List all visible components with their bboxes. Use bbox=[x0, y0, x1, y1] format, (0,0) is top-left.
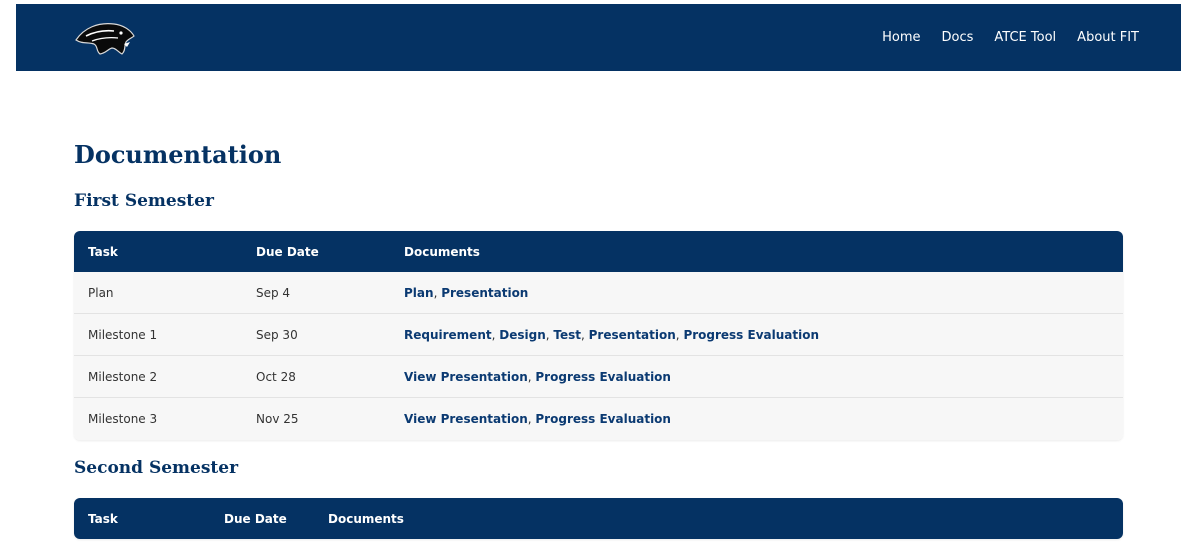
doc-link-progress-evaluation[interactable]: Progress Evaluation bbox=[535, 412, 671, 426]
nav-about-fit-link[interactable]: About FIT bbox=[1077, 30, 1139, 45]
task-cell: Milestone 2 bbox=[88, 369, 158, 384]
nav-home-link[interactable]: Home bbox=[882, 30, 920, 45]
table-row: Milestone 2 Oct 28 View Presentation, Pr… bbox=[74, 356, 1123, 398]
header-due-date: Due Date bbox=[256, 244, 319, 259]
nav-atce-tool-link[interactable]: ATCE Tool bbox=[994, 30, 1056, 45]
table-header: Task Due Date Documents bbox=[74, 498, 1123, 539]
header-due-date: Due Date bbox=[224, 511, 287, 526]
due-date-cell: Sep 30 bbox=[256, 327, 298, 342]
top-navbar: Home Docs ATCE Tool About FIT bbox=[16, 4, 1181, 71]
doc-link-requirement[interactable]: Requirement bbox=[404, 328, 492, 342]
nav-links: Home Docs ATCE Tool About FIT bbox=[861, 30, 1139, 45]
panther-logo-icon[interactable] bbox=[74, 16, 138, 60]
doc-link-progress-evaluation[interactable]: Progress Evaluation bbox=[535, 370, 671, 384]
second-semester-title: Second Semester bbox=[74, 458, 239, 478]
header-task: Task bbox=[88, 511, 118, 526]
doc-link-presentation[interactable]: Presentation bbox=[589, 328, 676, 342]
doc-link-test[interactable]: Test bbox=[553, 328, 581, 342]
table-header: Task Due Date Documents bbox=[74, 231, 1123, 272]
doc-link-view-presentation[interactable]: View Presentation bbox=[404, 370, 528, 384]
doc-link-presentation[interactable]: Presentation bbox=[441, 286, 528, 300]
header-task: Task bbox=[88, 244, 118, 259]
due-date-cell: Oct 28 bbox=[256, 369, 296, 384]
documents-cell: Plan, Presentation bbox=[404, 285, 529, 300]
table-row: Plan Sep 4 Plan, Presentation bbox=[74, 272, 1123, 314]
documents-cell: View Presentation, Progress Evaluation bbox=[404, 369, 671, 384]
due-date-cell: Sep 4 bbox=[256, 285, 291, 300]
doc-link-view-presentation[interactable]: View Presentation bbox=[404, 412, 528, 426]
page-title: Documentation bbox=[74, 140, 282, 169]
second-semester-table: Task Due Date Documents bbox=[74, 498, 1123, 539]
documents-cell: Requirement, Design, Test, Presentation,… bbox=[404, 327, 820, 342]
doc-link-progress-evaluation[interactable]: Progress Evaluation bbox=[683, 328, 819, 342]
header-documents: Documents bbox=[404, 244, 480, 259]
first-semester-table: Task Due Date Documents Plan Sep 4 Plan,… bbox=[74, 231, 1123, 440]
nav-docs-link[interactable]: Docs bbox=[942, 30, 974, 45]
task-cell: Milestone 3 bbox=[88, 412, 158, 426]
task-cell: Plan bbox=[88, 285, 114, 300]
due-date-cell: Nov 25 bbox=[256, 412, 299, 426]
table-row: Milestone 1 Sep 30 Requirement, Design, … bbox=[74, 314, 1123, 356]
documents-cell: View Presentation, Progress Evaluation bbox=[404, 412, 671, 426]
header-documents: Documents bbox=[328, 511, 404, 526]
doc-link-design[interactable]: Design bbox=[499, 328, 546, 342]
table-row: Milestone 3 Nov 25 View Presentation, Pr… bbox=[74, 398, 1123, 440]
doc-link-plan[interactable]: Plan bbox=[404, 286, 434, 300]
first-semester-title: First Semester bbox=[74, 191, 214, 211]
task-cell: Milestone 1 bbox=[88, 327, 158, 342]
